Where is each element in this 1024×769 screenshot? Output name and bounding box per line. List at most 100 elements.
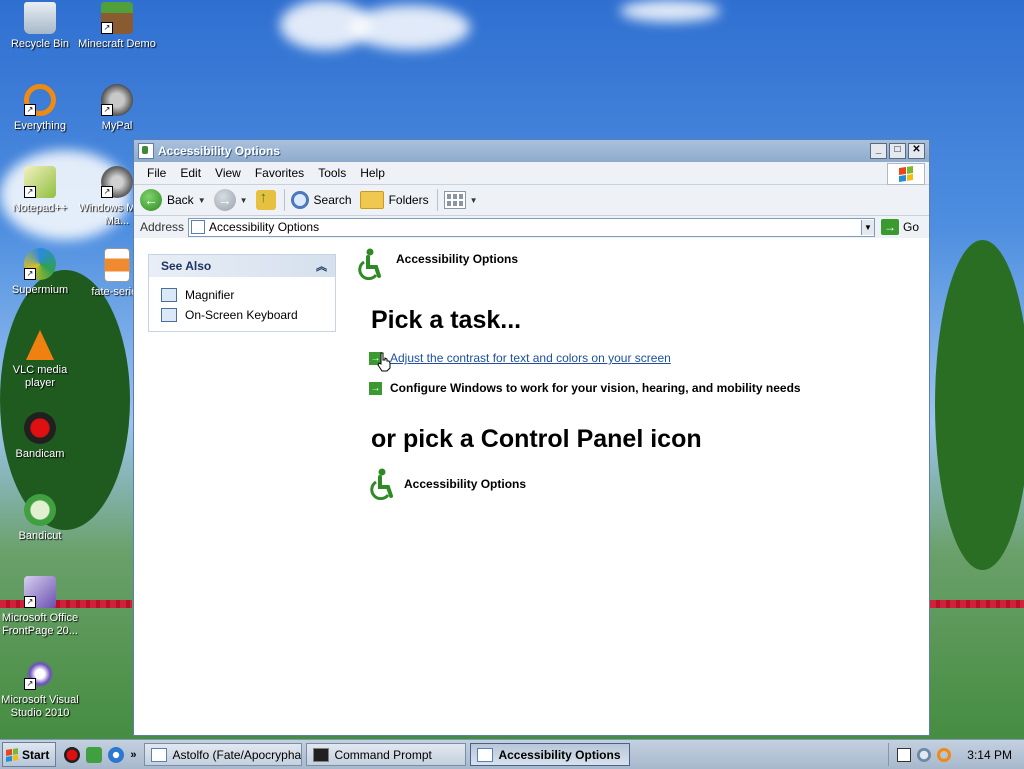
menu-file[interactable]: File: [140, 166, 173, 180]
views-button[interactable]: ▼: [443, 191, 478, 209]
start-button[interactable]: Start: [2, 742, 57, 767]
desktop-icon-frontpage[interactable]: ↗ Microsoft Office FrontPage 20...: [0, 576, 80, 638]
task-adjust-contrast[interactable]: → Adjust the contrast for text and color…: [369, 349, 919, 367]
shortcut-arrow-icon: ↗: [24, 268, 36, 280]
desktop-icon-label: Notepad++: [12, 202, 68, 214]
desktop-icon-visual-studio[interactable]: ↗ Microsoft Visual Studio 2010: [0, 658, 80, 720]
views-icon: [443, 191, 466, 209]
network-icon[interactable]: [917, 747, 932, 762]
title-bar[interactable]: Accessibility Options _ □ ✕: [134, 140, 929, 162]
help-icon[interactable]: [897, 747, 912, 762]
see-also-item-label: On-Screen Keyboard: [185, 308, 298, 322]
back-label: Back: [167, 193, 194, 207]
up-button[interactable]: [255, 189, 276, 210]
shortcut-arrow-icon: ↗: [24, 596, 36, 608]
quick-launch-more-icon[interactable]: »: [130, 749, 136, 761]
see-also-header[interactable]: See Also ︽: [149, 255, 335, 277]
window-title: Accessibility Options: [158, 144, 281, 158]
desktop-icon-label: Microsoft Office FrontPage 20...: [1, 612, 79, 637]
menu-help[interactable]: Help: [353, 166, 392, 180]
taskbar-button-astolfo[interactable]: Astolfo (Fate/Apocrypha),...: [144, 743, 303, 766]
taskbar-button-accessibility-options[interactable]: Accessibility Options: [470, 743, 631, 766]
control-panel-icon-accessibility-options[interactable]: Accessibility Options: [368, 468, 919, 500]
back-dropdown-icon[interactable]: ▼: [198, 196, 206, 205]
folders-icon: [359, 191, 384, 209]
folder-window-icon: [151, 747, 168, 762]
task-pane: Accessibility Options Pick a task... → A…: [356, 248, 919, 500]
desktop-icon-mypal[interactable]: ↗ MyPal: [77, 84, 157, 133]
command-prompt-icon: [313, 747, 330, 762]
folders-button[interactable]: Folders: [359, 191, 429, 209]
desktop-icon-label: Minecraft Demo: [78, 38, 156, 50]
clock[interactable]: 3:14 PM: [967, 748, 1012, 762]
menu-tools[interactable]: Tools: [311, 166, 353, 180]
minecraft-icon: ↗: [101, 2, 133, 34]
desktop-icon-label: Supermium: [11, 284, 69, 296]
bandicam-record-icon: [24, 412, 56, 444]
vlc-cone-icon: [26, 330, 54, 360]
desktop-icon-everything[interactable]: ↗ Everything: [0, 84, 80, 133]
desktop-icon-notepad-plus-plus[interactable]: ↗ Notepad++: [0, 166, 80, 215]
supermium-icon: ↗: [24, 248, 56, 280]
menu-favorites[interactable]: Favorites: [248, 166, 311, 180]
windows-logo-icon: [887, 163, 925, 185]
taskbar-button-label: Astolfo (Fate/Apocrypha),...: [172, 747, 302, 762]
everything-icon: ↗: [24, 84, 56, 116]
folder-up-icon: [255, 189, 276, 210]
bandicam-icon[interactable]: [64, 746, 81, 763]
see-also-panel: See Also ︽ Magnifier On-Screen Keyboard: [148, 254, 336, 332]
desktop-icon-label: Everything: [14, 120, 66, 132]
taskbar-button-command-prompt[interactable]: Command Prompt: [306, 743, 467, 766]
desktop-icon-label: Recycle Bin: [10, 38, 70, 50]
visual-studio-icon: ↗: [24, 658, 56, 690]
document-icon: [104, 248, 130, 282]
show-desktop-icon[interactable]: [86, 746, 103, 763]
task-link-adjust-contrast[interactable]: Adjust the contrast for text and colors …: [390, 351, 671, 365]
address-field[interactable]: ▼: [188, 217, 875, 237]
see-also-item-magnifier[interactable]: Magnifier: [161, 285, 323, 305]
notepad-plus-plus-icon: ↗: [24, 166, 56, 198]
forward-dropdown-icon[interactable]: ▼: [240, 196, 248, 205]
menu-bar: File Edit View Favorites Tools Help: [134, 162, 929, 185]
shortcut-arrow-icon: ↗: [24, 186, 36, 198]
internet-explorer-icon[interactable]: [108, 746, 125, 763]
pick-control-panel-icon-heading: or pick a Control Panel icon: [371, 425, 702, 453]
close-button[interactable]: ✕: [908, 143, 925, 159]
frontpage-icon: ↗: [24, 576, 56, 608]
maximize-button[interactable]: □: [889, 143, 906, 159]
see-also-item-label: Magnifier: [185, 288, 235, 302]
search-icon: [290, 191, 309, 209]
toolbar: ← Back ▼ → ▼ Search Folders ▼: [134, 185, 929, 216]
desktop-icon-vlc[interactable]: VLC media player: [0, 330, 80, 390]
shortcut-arrow-icon: ↗: [101, 186, 113, 198]
task-link-configure-windows[interactable]: Configure Windows to work for your visio…: [390, 381, 801, 395]
shortcut-arrow-icon: ↗: [101, 104, 113, 116]
desktop-icon-supermium[interactable]: ↗ Supermium: [0, 248, 80, 297]
menu-view[interactable]: View: [208, 166, 248, 180]
back-button[interactable]: ← Back ▼: [140, 189, 206, 211]
task-configure-windows[interactable]: → Configure Windows to work for your vis…: [369, 379, 919, 397]
desktop-icon-bandicut[interactable]: Bandicut: [0, 494, 80, 543]
address-bar: Address ▼ → Go: [134, 216, 929, 239]
see-also-item-on-screen-keyboard[interactable]: On-Screen Keyboard: [161, 305, 323, 325]
minimize-button[interactable]: _: [870, 143, 887, 159]
forward-button[interactable]: → ▼: [213, 189, 248, 211]
search-tray-icon[interactable]: [937, 747, 952, 762]
menu-edit[interactable]: Edit: [173, 166, 208, 180]
address-dropdown-icon[interactable]: ▼: [860, 219, 874, 235]
taskbar: Start » Astolfo (Fate/Apocrypha),... Com…: [0, 739, 1024, 769]
desktop-icon-label: Bandicam: [15, 448, 65, 460]
folders-label: Folders: [388, 193, 429, 207]
collapse-chevron-icon[interactable]: ︽: [316, 258, 327, 274]
search-button[interactable]: Search: [290, 191, 352, 209]
desktop-icon-recycle-bin[interactable]: Recycle Bin: [0, 2, 80, 51]
go-button[interactable]: → Go: [880, 219, 919, 235]
address-input[interactable]: [209, 220, 861, 234]
hand-pointer-cursor-icon: [377, 352, 391, 372]
desktop-icon-bandicam[interactable]: Bandicam: [0, 412, 80, 461]
content-area: See Also ︽ Magnifier On-Screen Keyboard: [134, 238, 929, 735]
keyboard-icon: [161, 308, 177, 322]
desktop-icon-minecraft-demo[interactable]: ↗ Minecraft Demo: [77, 2, 157, 51]
desktop-icon-label: Microsoft Visual Studio 2010: [1, 694, 79, 719]
mypal-icon: ↗: [101, 84, 133, 116]
